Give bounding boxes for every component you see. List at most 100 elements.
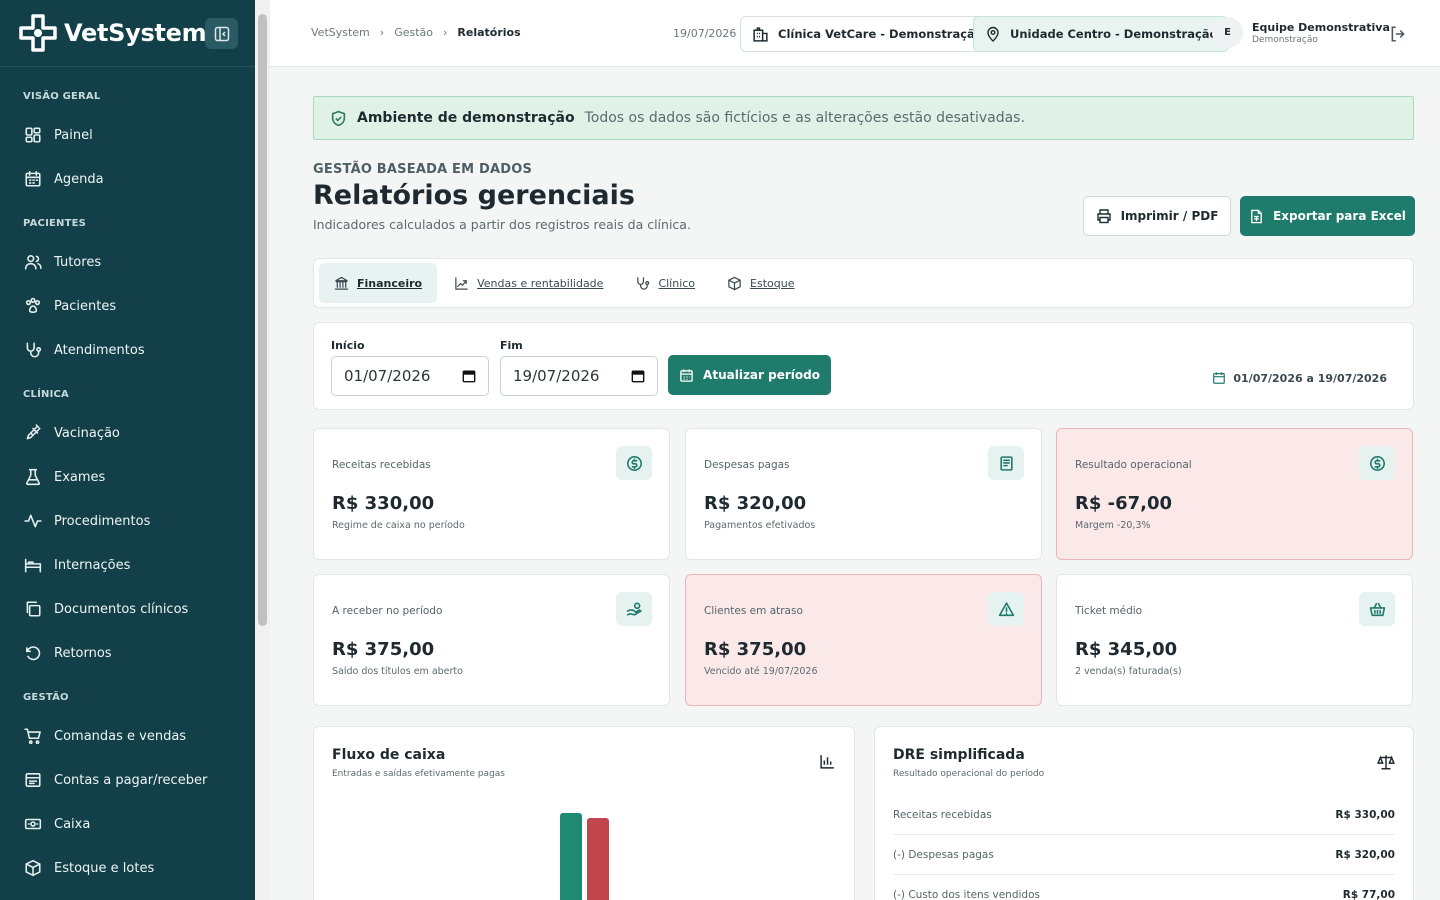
user-role: Demonstração: [1252, 34, 1318, 45]
breadcrumb-gestao[interactable]: Gestão: [394, 26, 433, 39]
bed-icon: [24, 558, 42, 573]
tab-vendas-e-rentabilidade[interactable]: Vendas e rentabilidade: [439, 263, 618, 303]
sidebar-item-retornos[interactable]: Retornos: [0, 631, 255, 675]
tab-label: Estoque: [750, 276, 795, 290]
kpi-value: R$ 375,00: [332, 639, 435, 660]
clinic-name: Clínica VetCare - Demonstração: [778, 27, 983, 41]
dre-row-value: R$ 320,00: [1335, 848, 1395, 861]
sidebar-item-comandas-e-vendas[interactable]: Comandas e vendas: [0, 714, 255, 758]
sidebar-item-label: Vacinação: [54, 425, 120, 441]
sidebar: VetSystem VISÃO GERAL Painel Agenda PACIENT…: [0, 0, 255, 900]
box-icon: [728, 276, 741, 290]
update-period-label: Atualizar período: [703, 368, 820, 382]
sidebar-item-painel[interactable]: Painel: [0, 113, 255, 157]
export-excel-button[interactable]: Exportar para Excel: [1240, 196, 1415, 236]
scrollbar[interactable]: [255, 0, 270, 900]
kpi-label: Ticket médio: [1075, 605, 1143, 617]
flask-icon: [25, 468, 41, 486]
tab-label: Financeiro: [357, 276, 423, 290]
sidebar-item-internacoes[interactable]: Internações: [0, 543, 255, 587]
sidebar-item-caixa[interactable]: Caixa: [0, 802, 255, 846]
sidebar-item-procedimentos[interactable]: Procedimentos: [0, 499, 255, 543]
sidebar-item-label: Internações: [54, 557, 131, 573]
activity-icon: [24, 514, 42, 528]
sidebar-item-atendimentos[interactable]: Atendimentos: [0, 328, 255, 372]
kpi-note: Margem -20,3%: [1075, 520, 1151, 531]
bar-chart-icon[interactable]: [819, 753, 836, 770]
bill-icon: [25, 773, 41, 787]
current-date: 19/07/2026: [673, 27, 737, 40]
end-date-value: 19/07/2026: [513, 367, 600, 385]
print-label: Imprimir / PDF: [1120, 209, 1219, 223]
building-icon: [753, 26, 768, 42]
dre-row-label: (-) Despesas pagas: [893, 848, 994, 861]
kpi-value: R$ 375,00: [704, 639, 807, 660]
sidebar-item-label: Comandas e vendas: [54, 728, 187, 744]
logout-icon[interactable]: [1389, 25, 1407, 43]
report-tabs: Financeiro Vendas e rentabilidade Clínico E…: [313, 258, 1414, 308]
sidebar-item-documentos-clinicos[interactable]: Documentos clínicos: [0, 587, 255, 631]
dre-row: Receitas recebidas R$ 330,00: [893, 795, 1395, 835]
calendar-icon: [462, 370, 476, 383]
sidebar-item-label: Retornos: [54, 645, 112, 661]
end-date-input[interactable]: 19/07/2026: [500, 356, 658, 396]
sidebar-item-vacinacao[interactable]: Vacinação: [0, 411, 255, 455]
breadcrumb-home[interactable]: VetSystem: [311, 26, 370, 39]
breadcrumb-current: Relatórios: [457, 26, 521, 39]
tab-clinico[interactable]: Clínico: [620, 263, 710, 303]
period-filter: Início 01/07/2026 Fim 19/07/2026 Atualiz…: [313, 322, 1414, 410]
dre-row-value: R$ 77,00: [1342, 888, 1395, 900]
cashflow-bar-income[interactable]: [560, 813, 582, 900]
tab-estoque[interactable]: Estoque: [712, 263, 809, 303]
end-date-label: Fim: [500, 339, 523, 352]
period-text: 01/07/2026 a 19/07/2026: [1233, 371, 1387, 385]
breadcrumb: VetSystem › Gestão › Relatórios: [311, 26, 521, 39]
scrollbar-thumb[interactable]: [258, 14, 267, 626]
user-menu[interactable]: E Equipe Demonstrativa Demonstração: [1212, 17, 1390, 48]
sidebar-nav: VISÃO GERAL Painel Agenda PACIENTES Tutores P…: [0, 67, 255, 900]
sidebar-item-label: Documentos clínicos: [54, 601, 189, 617]
stethoscope-icon: [26, 342, 42, 358]
sidebar-item-label: Estoque e lotes: [54, 860, 155, 876]
sidebar-item-compras[interactable]: Compras: [0, 890, 255, 900]
sidebar-item-tutores[interactable]: Tutores: [0, 240, 255, 284]
start-date-input[interactable]: 01/07/2026: [331, 356, 489, 396]
sidebar-item-agenda[interactable]: Agenda: [0, 157, 255, 201]
collapse-sidebar-button[interactable]: [205, 18, 238, 49]
user-info: Equipe Demonstrativa Demonstração: [1243, 21, 1390, 45]
brand: VetSystem: [0, 0, 255, 67]
sidebar-item-label: Atendimentos: [54, 342, 145, 358]
sidebar-item-pacientes[interactable]: Pacientes: [0, 284, 255, 328]
dre-row-label: (-) Custo dos itens vendidos: [893, 888, 1040, 900]
kpi-icon: [988, 446, 1024, 480]
kpi-note: Regime de caixa no período: [332, 520, 465, 531]
update-period-button[interactable]: Atualizar período: [668, 355, 831, 395]
cart-icon: [24, 728, 41, 745]
cashflow-bar-expense[interactable]: [587, 818, 609, 900]
sidebar-item-label: Pacientes: [54, 298, 117, 314]
tab-financeiro[interactable]: Financeiro: [319, 263, 438, 303]
start-date-label: Início: [331, 339, 365, 352]
basket-icon: [1369, 602, 1385, 616]
kpi-card: Clientes em atraso R$ 375,00 Vencido até 1…: [685, 574, 1042, 706]
calendar-check-icon: [680, 368, 693, 382]
dre-row: (-) Custo dos itens vendidos R$ 77,00: [893, 875, 1395, 900]
kpi-icon: [616, 446, 652, 480]
rotate-icon: [26, 646, 41, 661]
scale-icon: [1377, 755, 1395, 770]
sidebar-item-exames[interactable]: Exames: [0, 455, 255, 499]
kpi-card: Despesas pagas R$ 320,00 Pagamentos efetiv…: [685, 428, 1042, 560]
dre-row-label: Receitas recebidas: [893, 808, 992, 821]
kpi-icon: [1359, 592, 1395, 626]
print-pdf-button[interactable]: Imprimir / PDF: [1083, 196, 1231, 236]
dre-title: DRE simplificada: [893, 747, 1025, 763]
kpi-label: Clientes em atraso: [704, 605, 803, 617]
sidebar-section-title: PACIENTES: [23, 218, 87, 229]
sidebar-item-label: Painel: [54, 127, 93, 143]
sidebar-item-contas-a-pagar-receber[interactable]: Contas a pagar/receber: [0, 758, 255, 802]
kpi-label: Resultado operacional: [1075, 459, 1192, 471]
unit-selector[interactable]: Unidade Centro - Demonstração: [973, 16, 1230, 52]
clinic-selector[interactable]: Clínica VetCare - Demonstração: [740, 16, 995, 52]
sidebar-item-estoque-e-lotes[interactable]: Estoque e lotes: [0, 846, 255, 890]
cashflow-panel: Fluxo de caixa Entradas e saídas efetiva…: [313, 726, 855, 900]
